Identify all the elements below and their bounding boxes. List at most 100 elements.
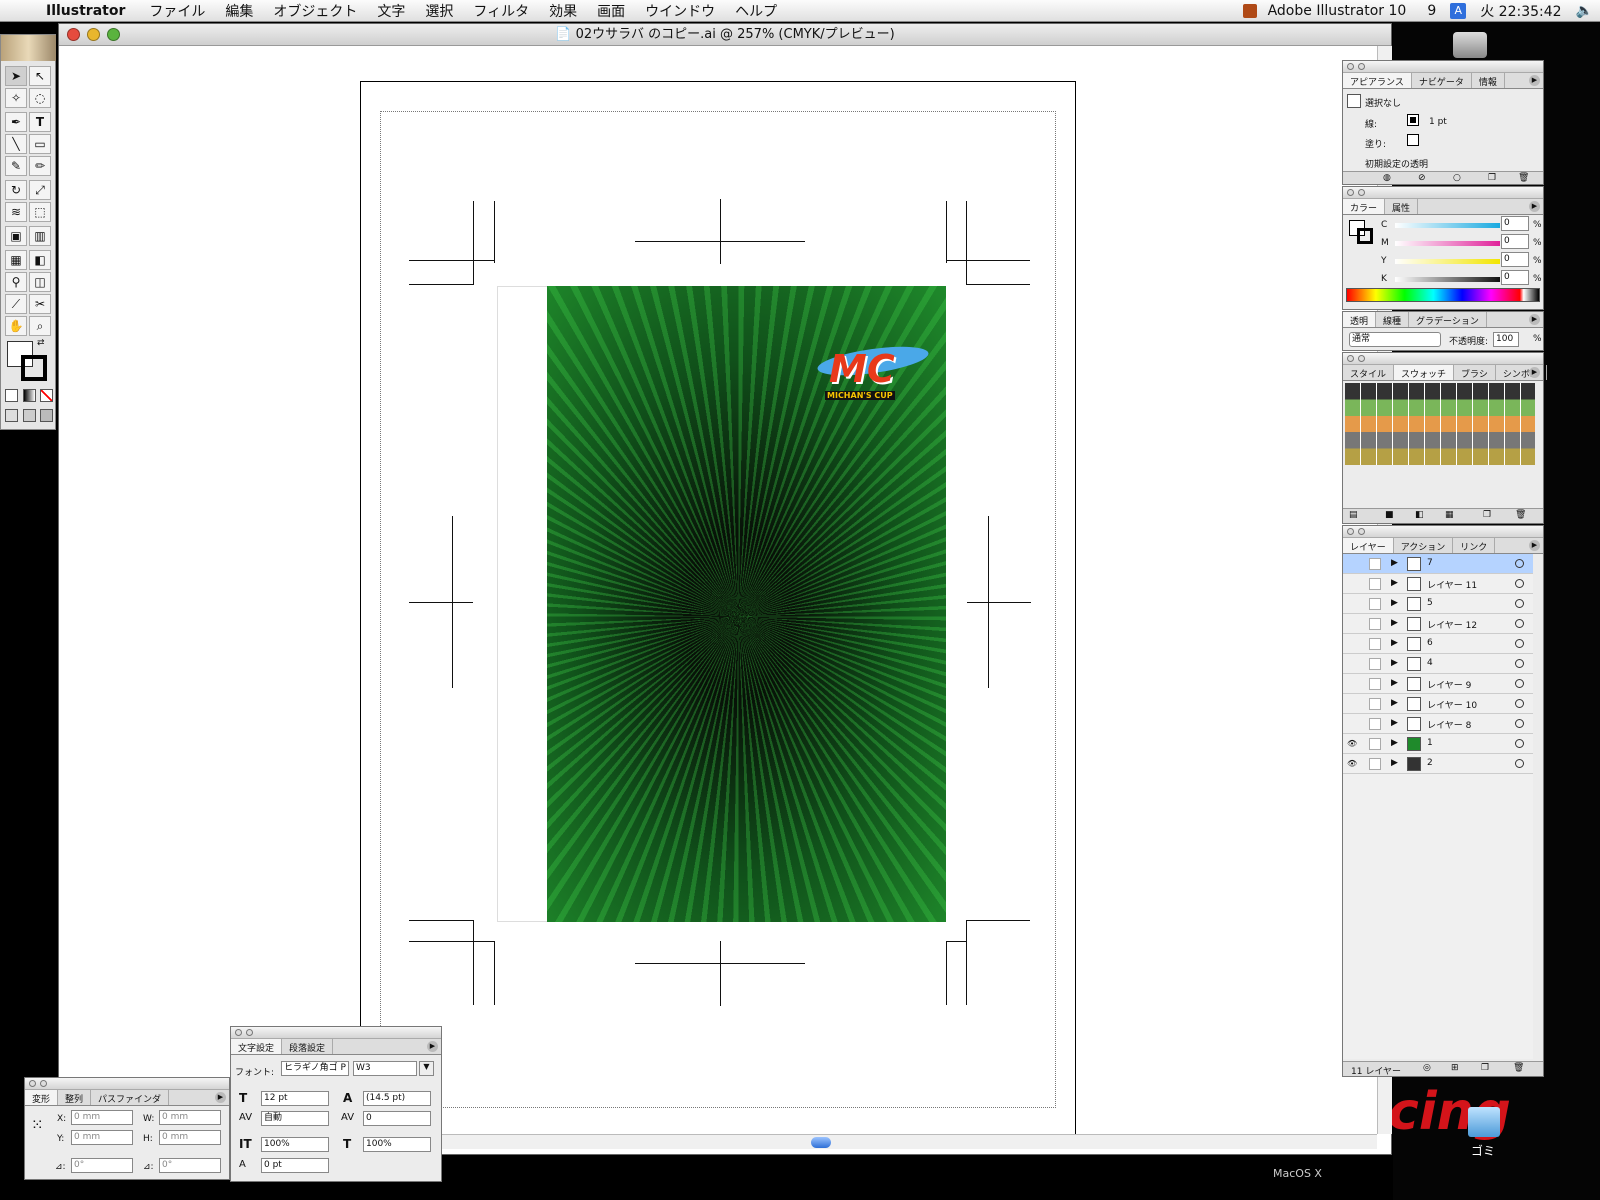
symbol-sprayer-tool-icon[interactable]: ▣ (5, 226, 27, 246)
scissors-tool-icon[interactable]: ✂ (29, 294, 51, 314)
expand-triangle-icon[interactable]: ▶ (1391, 678, 1398, 688)
font-size-input[interactable]: 12 pt (261, 1091, 329, 1106)
panel-collapse-button[interactable] (1358, 528, 1365, 535)
menu-effect[interactable]: 効果 (549, 1, 577, 21)
visibility-icon[interactable] (1347, 579, 1359, 588)
show-gradient-swatches-icon[interactable]: ◧ (1415, 510, 1424, 520)
layer-row[interactable]: ▶ レイヤー 9 (1343, 674, 1533, 694)
target-icon[interactable] (1515, 699, 1524, 708)
panel-close-button[interactable] (29, 1080, 36, 1087)
panel-menu-arrow-icon[interactable]: ▶ (1529, 367, 1540, 378)
color-button-icon[interactable] (5, 389, 18, 402)
channel-m-input[interactable]: 0 (1501, 234, 1529, 249)
panel-menu-arrow-icon[interactable]: ▶ (1529, 314, 1540, 325)
expand-triangle-icon[interactable]: ▶ (1391, 578, 1398, 588)
show-color-swatches-icon[interactable]: ■ (1385, 510, 1394, 520)
close-button[interactable] (67, 28, 80, 41)
tab-navigator[interactable]: ナビゲータ (1412, 73, 1472, 88)
mc-logo[interactable]: MC MICHAN'S CUP (815, 341, 937, 411)
duplicate-item-icon[interactable]: ❐ (1488, 173, 1496, 183)
y-input[interactable]: 0 mm (71, 1130, 133, 1145)
expand-triangle-icon[interactable]: ▶ (1391, 738, 1398, 748)
tab-links[interactable]: リンク (1453, 538, 1496, 553)
lock-toggle[interactable] (1369, 658, 1381, 670)
panel-collapse-button[interactable] (1358, 63, 1365, 70)
show-swatch-kinds-icon[interactable]: ▤ (1349, 510, 1358, 520)
lock-toggle[interactable] (1369, 758, 1381, 770)
channel-k-input[interactable]: 0 (1501, 270, 1529, 285)
slice-tool-icon[interactable]: ⟋ (5, 294, 27, 314)
menu-select[interactable]: 選択 (425, 1, 453, 21)
layer-row[interactable]: ▶ 6 (1343, 634, 1533, 654)
app-switcher[interactable]: Adobe Illustrator 10 (1242, 3, 1414, 19)
font-style-dropdown-icon[interactable]: ▼ (419, 1061, 434, 1076)
artboard-canvas[interactable]: MC MICHAN'S CUP (59, 46, 1377, 1139)
hand-tool-icon[interactable]: ✋ (5, 316, 27, 336)
zoom-button[interactable] (107, 28, 120, 41)
script-menu-icon[interactable]: 9 (1427, 3, 1436, 19)
visibility-icon[interactable]: 👁 (1347, 759, 1359, 768)
new-art-basic-appearance-icon[interactable]: ◍ (1383, 173, 1391, 183)
horizontal-scroll-thumb[interactable] (811, 1137, 831, 1148)
horizontal-scale-input[interactable]: 100% (363, 1137, 431, 1152)
target-icon[interactable] (1515, 659, 1524, 668)
panel-close-button[interactable] (1347, 528, 1354, 535)
menu-window[interactable]: ウインドウ (645, 1, 715, 21)
tab-align[interactable]: 整列 (58, 1090, 92, 1105)
swatch-grid[interactable] (1345, 383, 1535, 465)
x-input[interactable]: 0 mm (71, 1110, 133, 1125)
pencil-tool-icon[interactable]: ✏ (29, 156, 51, 176)
delete-swatch-icon[interactable]: 🗑 (1515, 510, 1526, 520)
volume-icon[interactable]: 🔈 (1576, 3, 1593, 19)
show-pattern-swatches-icon[interactable]: ▦ (1445, 510, 1454, 520)
lasso-tool-icon[interactable]: ◌ (29, 88, 51, 108)
visibility-icon[interactable]: 👁 (1347, 739, 1359, 748)
visibility-icon[interactable] (1347, 639, 1359, 648)
menu-object[interactable]: オブジェクト (273, 1, 357, 21)
new-swatch-icon[interactable]: ❐ (1483, 510, 1491, 520)
none-button-icon[interactable] (40, 389, 53, 402)
layer-row[interactable]: ▶ 5 (1343, 594, 1533, 614)
gradient-tool-icon[interactable]: ◧ (29, 250, 51, 270)
h-input[interactable]: 0 mm (159, 1130, 221, 1145)
panel-menu-arrow-icon[interactable]: ▶ (1529, 75, 1540, 86)
scale-tool-icon[interactable]: ⤢ (29, 180, 51, 200)
panel-title-bar[interactable] (25, 1078, 229, 1090)
rotate-input[interactable]: 0° (71, 1158, 133, 1173)
tab-character[interactable]: 文字設定 (231, 1039, 283, 1054)
panel-menu-arrow-icon[interactable]: ▶ (1529, 540, 1540, 551)
tab-color[interactable]: カラー (1343, 199, 1386, 214)
visibility-icon[interactable] (1347, 679, 1359, 688)
expand-triangle-icon[interactable]: ▶ (1391, 758, 1398, 768)
target-icon[interactable] (1515, 639, 1524, 648)
panel-collapse-button[interactable] (246, 1029, 253, 1036)
paintbrush-tool-icon[interactable]: ✎ (5, 156, 27, 176)
stroke-swatch[interactable] (1407, 114, 1419, 126)
tab-transform[interactable]: 変形 (25, 1090, 59, 1105)
expand-triangle-icon[interactable]: ▶ (1391, 638, 1398, 648)
gradient-button-icon[interactable] (22, 389, 36, 402)
channel-y-slider[interactable] (1395, 259, 1500, 264)
blend-mode-select[interactable]: 通常 (1349, 332, 1441, 347)
panel-collapse-button[interactable] (40, 1080, 47, 1087)
warp-tool-icon[interactable]: ≋ (5, 202, 27, 222)
target-icon[interactable] (1515, 719, 1524, 728)
vertical-scale-input[interactable]: 100% (261, 1137, 329, 1152)
visibility-icon[interactable] (1347, 619, 1359, 628)
layer-row[interactable]: ▶ レイヤー 8 (1343, 714, 1533, 734)
panel-title-bar[interactable] (1343, 526, 1543, 538)
trash-icon[interactable] (1468, 1107, 1500, 1137)
panel-close-button[interactable] (1347, 355, 1354, 362)
menu-file[interactable]: ファイル (149, 1, 205, 21)
swap-fill-stroke-icon[interactable]: ⇄ (37, 338, 45, 348)
baseline-shift-input[interactable]: 0 pt (261, 1158, 329, 1173)
lock-toggle[interactable] (1369, 638, 1381, 650)
lock-toggle[interactable] (1369, 598, 1381, 610)
clear-appearance-icon[interactable]: ⊘ (1418, 173, 1426, 183)
panel-title-bar[interactable] (1343, 187, 1543, 199)
panel-menu-arrow-icon[interactable]: ▶ (427, 1041, 438, 1052)
minimize-button[interactable] (87, 28, 100, 41)
font-family-input[interactable]: ヒラギノ角ゴ P (281, 1061, 349, 1076)
channel-c-slider[interactable] (1395, 223, 1500, 228)
reference-point-icon[interactable]: ⁙ (31, 1116, 51, 1136)
